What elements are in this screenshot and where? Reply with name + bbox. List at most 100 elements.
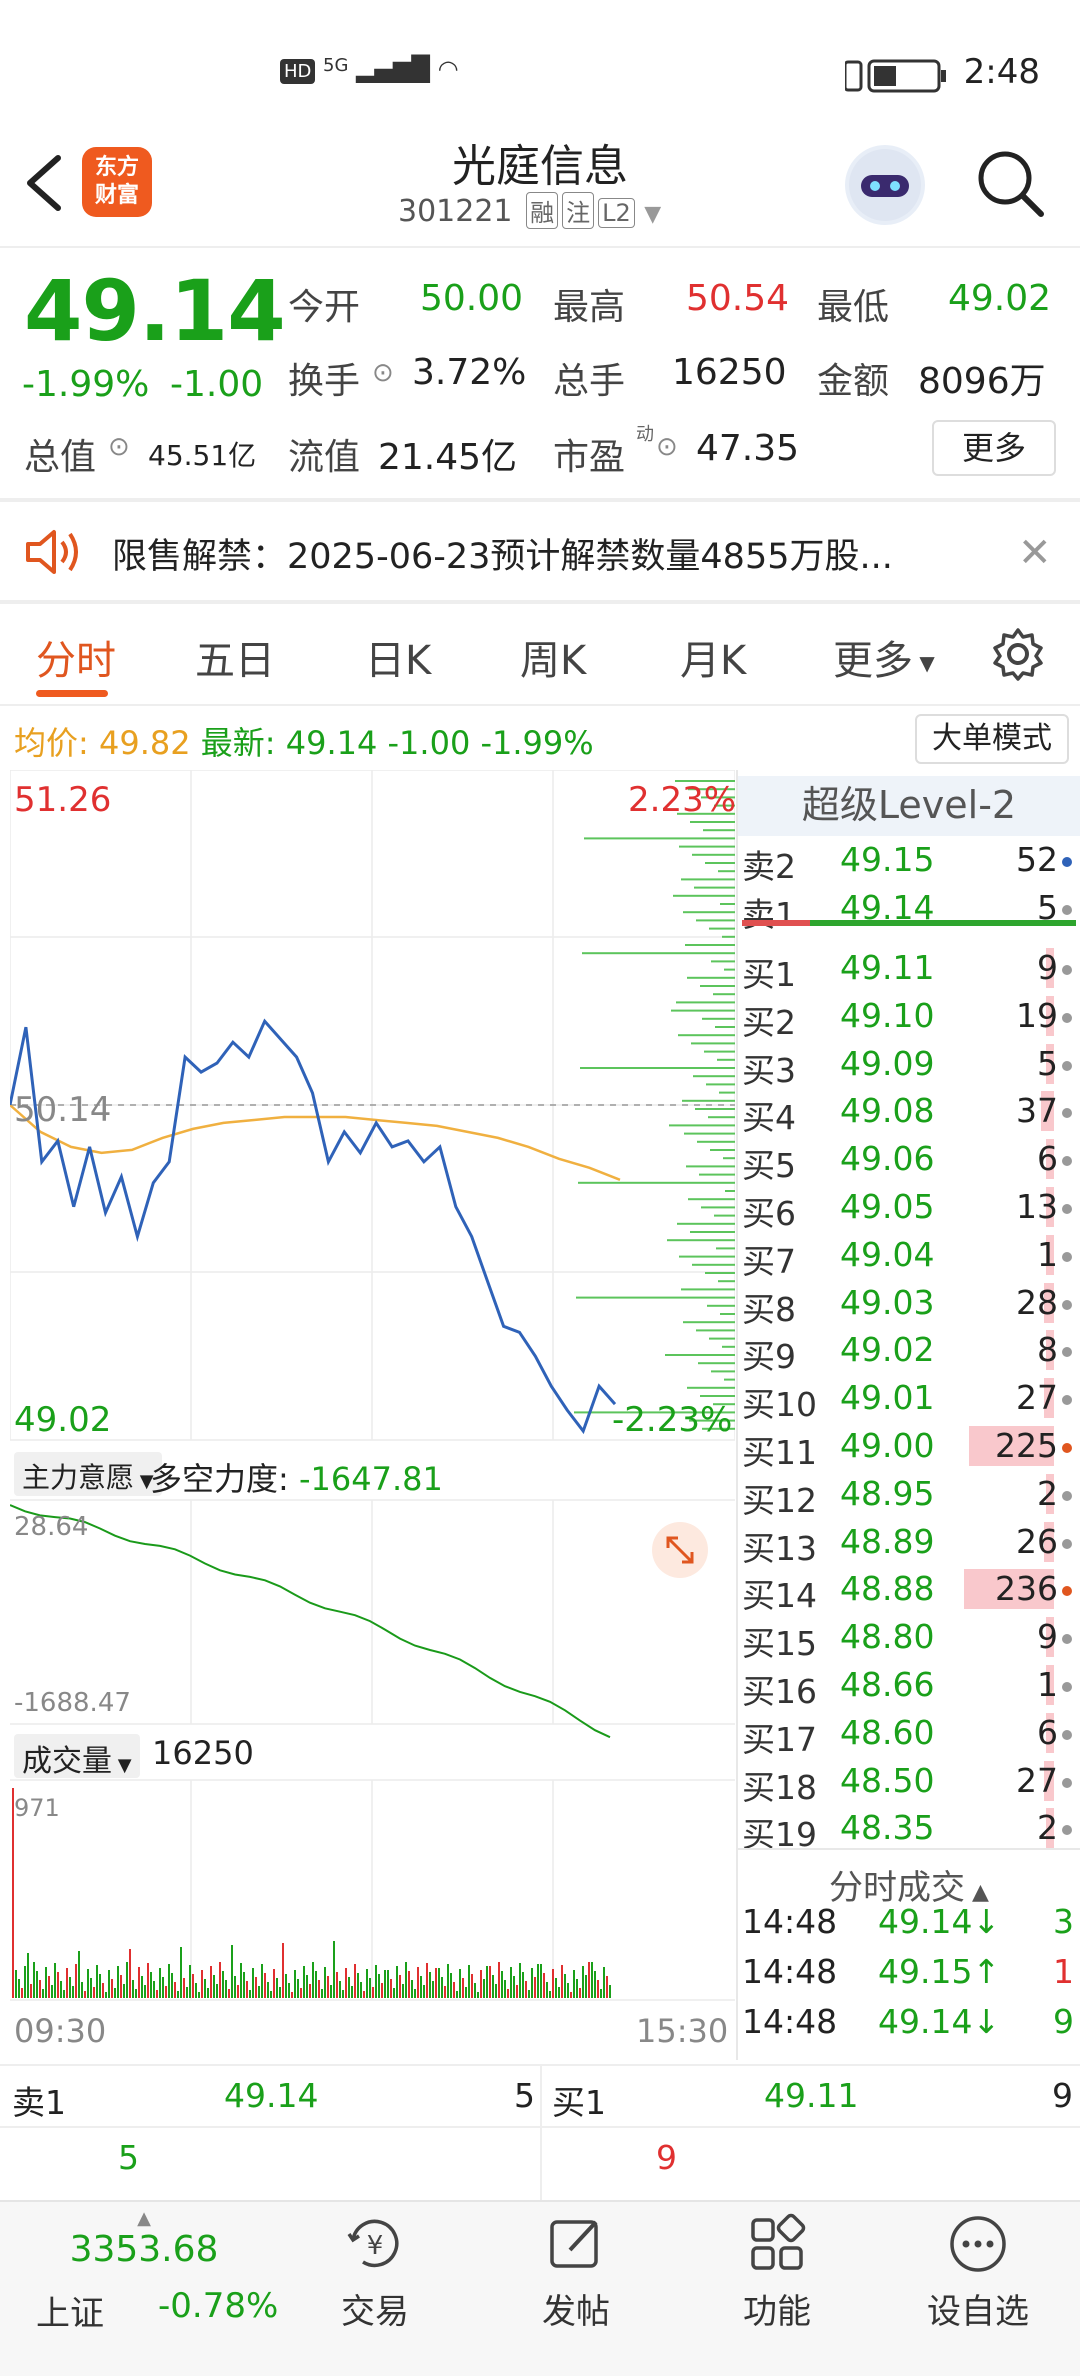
indicator-selector[interactable]: 主力意愿 ▼ (14, 1452, 162, 1496)
order-flow-bar (576, 1296, 735, 1299)
search-icon[interactable] (975, 148, 1045, 218)
buy-row[interactable]: 买13 48.89 26 (742, 1518, 1072, 1568)
gear-icon[interactable] (990, 626, 1046, 682)
buy-row[interactable]: 买5 49.06 6 (742, 1135, 1072, 1185)
level2-title[interactable]: 超级Level-2 (738, 776, 1080, 836)
buy-row[interactable]: 买19 48.35 2 (742, 1804, 1072, 1854)
nav-functions[interactable]: 功能 (717, 2212, 837, 2333)
volume-bar (378, 1974, 380, 1998)
volume-bar (561, 1965, 563, 1998)
buy-row[interactable]: 买10 49.01 27 (742, 1374, 1072, 1424)
wifi-icon: ◠ (437, 55, 459, 83)
level-qty: 2 (1037, 1808, 1058, 1848)
volume-bar (339, 1981, 341, 1998)
sell-row[interactable]: 卖2 49.15 52 (742, 836, 1072, 886)
clock: 2:48 (963, 52, 1040, 92)
volume-bar (213, 1975, 215, 1998)
level-qty: 26 (1016, 1521, 1058, 1561)
order-flow-bar (692, 853, 735, 856)
expand-icon[interactable] (652, 1522, 708, 1578)
y-min-label: 49.02 (14, 1400, 112, 1440)
dropdown-icon[interactable]: ▼ (644, 202, 661, 227)
active-tab-indicator (36, 690, 108, 697)
tab-monthly-k[interactable]: 月K (680, 628, 746, 686)
volume-bar (402, 1984, 404, 1998)
volume-bar (117, 1966, 119, 1998)
dot-icon (1062, 1060, 1072, 1071)
index-widget[interactable]: ▲ 3353.68 (54, 2208, 234, 2270)
volume-bar (24, 1966, 26, 1998)
notice-bar[interactable]: 限售解禁：2025-06-23预计解禁数量4855万股... ✕ (0, 502, 1080, 602)
info-icon[interactable]: ⊙ (108, 432, 130, 462)
volume-bar (300, 1988, 302, 1998)
buy-row[interactable]: 买4 49.08 37 (742, 1087, 1072, 1137)
volume-bar (456, 1991, 458, 1998)
volume-bar (93, 1987, 95, 1998)
tab-weekly-k[interactable]: 周K (520, 628, 586, 686)
volume-bar (225, 1980, 227, 1998)
info-icon[interactable]: ⊙ (372, 358, 394, 388)
volume-selector[interactable]: 成交量 ▼ (14, 1734, 140, 1779)
volume-bar (351, 1986, 353, 1998)
buy-row[interactable]: 买1 49.11 9 (742, 944, 1072, 994)
more-button[interactable]: 更多 (932, 420, 1056, 476)
trade-qty: 1 (1053, 1952, 1074, 1991)
order-flow-bar (685, 944, 735, 946)
dot-icon (1062, 1777, 1072, 1788)
buy-row[interactable]: 买12 48.95 2 (742, 1470, 1072, 1520)
level-label: 买8 (742, 1289, 796, 1329)
volume-bar (60, 1981, 62, 1998)
tab-intraday[interactable]: 分时 (36, 628, 116, 686)
dot-icon (1062, 1299, 1072, 1310)
volume-bar (306, 1975, 308, 1998)
level-qty: 8 (1037, 1330, 1058, 1370)
trades-divider (738, 1848, 1080, 1850)
buy-row[interactable]: 买18 48.50 27 (742, 1757, 1072, 1807)
volume-bar (27, 1953, 29, 1998)
nav-post[interactable]: 发帖 (516, 2212, 636, 2333)
volume-bar (129, 1949, 131, 1998)
close-icon[interactable]: ✕ (1018, 530, 1052, 576)
buy-row[interactable]: 买11 49.00 225 (742, 1422, 1072, 1472)
buy-row[interactable]: 买17 48.60 6 (742, 1709, 1072, 1759)
nav-trade-label: 交易 (341, 2292, 409, 2332)
level-label: 买15 (742, 1624, 817, 1664)
dot-icon (1062, 1012, 1072, 1023)
nav-trade[interactable]: ¥ 交易 (315, 2212, 435, 2333)
volume-bar (309, 1984, 311, 1998)
volume-bar (75, 1964, 77, 1998)
buy-row[interactable]: 买9 49.02 8 (742, 1326, 1072, 1376)
big-order-mode-button[interactable]: 大单模式 (915, 714, 1069, 764)
trade-row: 14:48 49.14↓ 9 (742, 2002, 1074, 2048)
buy-row[interactable]: 买14 48.88 236 (742, 1565, 1072, 1615)
volume-bar (393, 1988, 395, 1998)
volume-bar (183, 1978, 185, 1998)
buy-row[interactable]: 买6 49.05 13 (742, 1183, 1072, 1233)
assistant-avatar[interactable] (845, 145, 925, 225)
strip-buy-price: 49.11 (764, 2076, 859, 2115)
volume-bar (33, 1962, 35, 1998)
volume-bar (180, 1947, 182, 1998)
level-label: 买11 (742, 1433, 817, 1472)
tab-five-day[interactable]: 五日 (195, 628, 275, 686)
buy-row[interactable]: 买8 49.03 28 (742, 1279, 1072, 1329)
trade-price: 49.14↓ (878, 1902, 1001, 1941)
tab-daily-k[interactable]: 日K (365, 628, 431, 686)
tab-more[interactable]: 更多 ▼ (833, 628, 935, 686)
volume-bar (318, 1980, 320, 1998)
buy-row[interactable]: 买7 49.04 1 (742, 1231, 1072, 1281)
buy-row[interactable]: 买16 48.66 1 (742, 1661, 1072, 1711)
buy-row[interactable]: 买2 49.10 19 (742, 992, 1072, 1042)
indicator-value: -1647.81 (298, 1460, 443, 1498)
level-label: 买16 (742, 1672, 817, 1711)
order-flow-bar (665, 1354, 735, 1356)
info-icon[interactable]: ⊙ (656, 432, 678, 462)
buy-row[interactable]: 买15 48.80 9 (742, 1613, 1072, 1663)
nav-watchlist[interactable]: 设自选 (918, 2212, 1038, 2333)
volume-bar (582, 1966, 584, 1998)
volume-bar (291, 1992, 293, 1998)
level-price: 49.15 (840, 840, 935, 879)
buy-row[interactable]: 买3 49.09 5 (742, 1040, 1072, 1090)
level-price: 48.95 (840, 1473, 935, 1513)
level-label: 买5 (742, 1146, 796, 1186)
